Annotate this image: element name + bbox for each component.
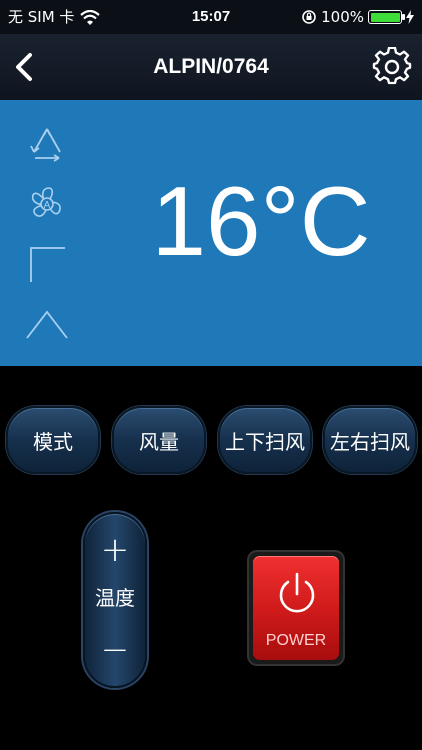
power-button[interactable]: POWER (253, 556, 339, 660)
swing-horizontal-icon (26, 310, 68, 339)
power-icon (279, 572, 315, 613)
fan-speed-button[interactable]: 风量 (112, 406, 206, 474)
status-bar: 无 SIM 卡 15:07 100% (0, 0, 422, 34)
temperature-label: 温度 (95, 586, 135, 610)
battery-percent: 100% (321, 8, 364, 26)
page-title: ALPIN/0764 (153, 55, 269, 78)
power-button-frame: POWER (247, 550, 345, 666)
temperature-rocker: + 温度 − (83, 512, 147, 688)
charging-bolt-icon (406, 10, 414, 24)
svg-text:A: A (44, 200, 51, 211)
status-display: A 16°C (0, 100, 422, 366)
fan-auto-icon: A (31, 187, 61, 217)
settings-button[interactable] (372, 46, 412, 87)
navigation-bar: ALPIN/0764 (0, 34, 422, 100)
temperature-up-button[interactable]: + (85, 524, 145, 576)
swing-up-down-button[interactable]: 上下扫风 (218, 406, 312, 474)
battery-fill (370, 12, 400, 22)
mode-indicators: A (22, 114, 72, 354)
temperature-down-button[interactable]: − (85, 624, 145, 676)
battery-icon (368, 10, 405, 24)
mode-cycle-icon (30, 128, 61, 162)
swing-vertical-icon (30, 247, 65, 282)
power-label: POWER (265, 632, 327, 649)
mode-button[interactable]: 模式 (6, 406, 100, 474)
gear-icon (372, 46, 412, 85)
temperature-readout: 16°C (151, 166, 371, 276)
control-buttons: 模式 风量 上下扫风 左右扫风 (6, 406, 418, 476)
orientation-lock-icon (302, 10, 316, 24)
swing-left-right-button[interactable]: 左右扫风 (323, 406, 417, 474)
